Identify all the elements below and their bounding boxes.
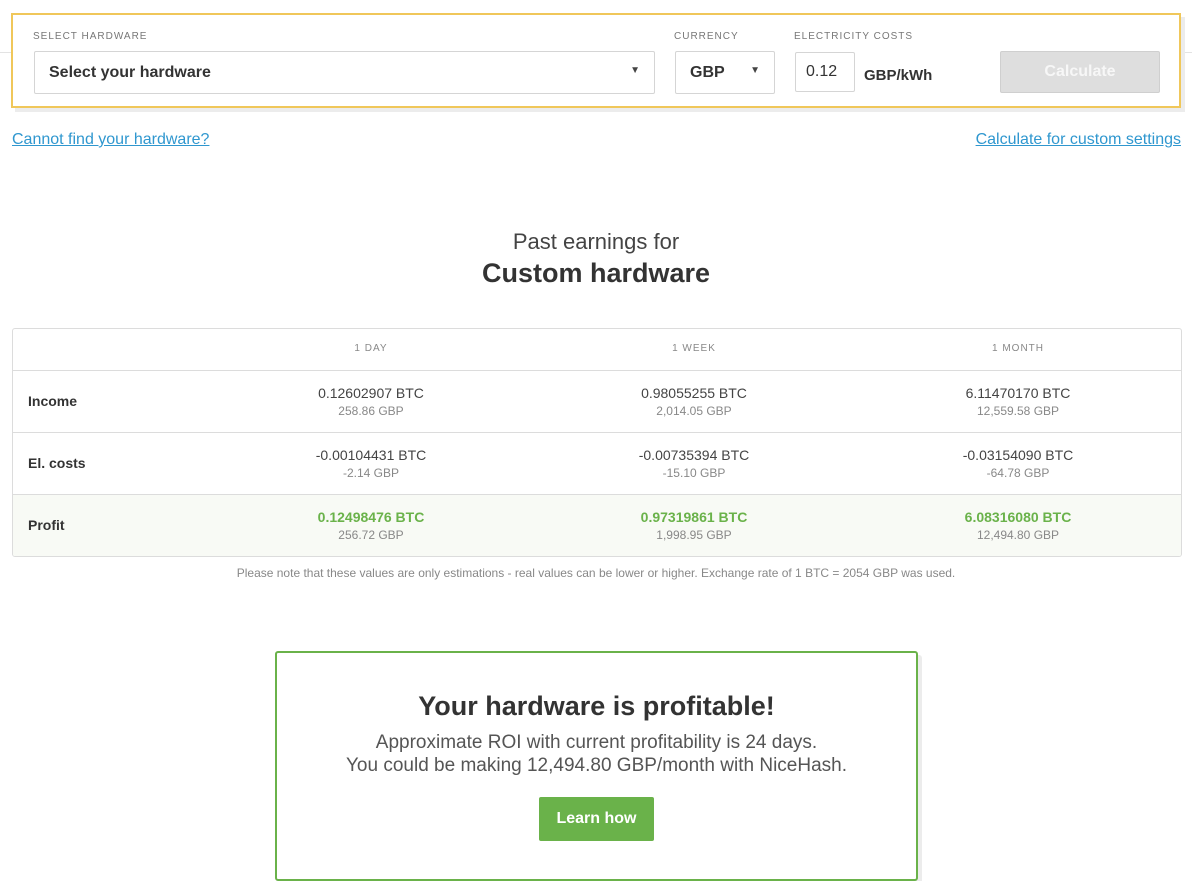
- currency-select[interactable]: GBP ▼: [675, 51, 775, 94]
- table-cell: -0.03154090 BTC -64.78 GBP: [898, 446, 1138, 482]
- monthly-earnings-text: You could be making 12,494.80 GBP/month …: [346, 755, 847, 776]
- fiat-value: 12,494.80 GBP: [976, 528, 1060, 542]
- fiat-value: 258.86 GBP: [338, 404, 404, 418]
- table-cell: -0.00104431 BTC -2.14 GBP: [251, 446, 491, 482]
- btc-value: 0.12602907 BTC: [318, 385, 424, 401]
- hardware-select-value: Select your hardware: [49, 64, 211, 81]
- fiat-value: -15.10 GBP: [662, 466, 726, 480]
- fiat-value: -64.78 GBP: [986, 466, 1050, 480]
- btc-value: 0.98055255 BTC: [641, 385, 747, 401]
- btc-value: 6.08316080 BTC: [964, 509, 1072, 525]
- estimation-note: Please note that these values are only e…: [236, 566, 956, 580]
- earnings-table: 1 DAY 1 WEEK 1 MONTH Income 0.12602907 B…: [12, 328, 1182, 557]
- cannot-find-hardware-link[interactable]: Cannot find your hardware?: [12, 131, 209, 149]
- hardware-label: SELECT HARDWARE: [33, 31, 148, 42]
- top-divider-right: [1182, 52, 1192, 53]
- table-cell: 0.12602907 BTC 258.86 GBP: [251, 384, 491, 420]
- table-cell: 0.98055255 BTC 2,014.05 GBP: [574, 384, 814, 420]
- electricity-unit: GBP/kWh: [864, 67, 933, 84]
- calculate-button[interactable]: Calculate: [1000, 51, 1160, 93]
- btc-value: 0.97319861 BTC: [640, 509, 748, 525]
- table-header: 1 DAY 1 WEEK 1 MONTH: [13, 329, 1181, 371]
- earnings-heading-main: Custom hardware: [481, 258, 711, 288]
- table-row-el-costs: El. costs -0.00104431 BTC -2.14 GBP -0.0…: [13, 433, 1181, 495]
- learn-how-button[interactable]: Learn how: [539, 797, 654, 841]
- row-label: Income: [28, 393, 78, 409]
- btc-value: -0.00104431 BTC: [315, 447, 427, 463]
- table-cell: 6.11470170 BTC 12,559.58 GBP: [898, 384, 1138, 420]
- row-label: Profit: [28, 517, 65, 533]
- profitable-title: Your hardware is profitable!: [418, 691, 775, 721]
- table-row-income: Income 0.12602907 BTC 258.86 GBP 0.98055…: [13, 371, 1181, 433]
- fiat-value: 2,014.05 GBP: [656, 404, 732, 418]
- row-label: El. costs: [28, 455, 86, 471]
- table-cell: -0.00735394 BTC -15.10 GBP: [574, 446, 814, 482]
- fiat-value: 1,998.95 GBP: [656, 528, 732, 542]
- table-cell: 6.08316080 BTC 12,494.80 GBP: [898, 508, 1138, 544]
- hardware-select[interactable]: Select your hardware ▼: [34, 51, 655, 94]
- earnings-heading-pre: Past earnings for: [512, 229, 680, 254]
- custom-settings-link[interactable]: Calculate for custom settings: [976, 131, 1181, 149]
- profitable-callout: Your hardware is profitable! Approximate…: [275, 651, 918, 881]
- btc-value: -0.03154090 BTC: [962, 447, 1074, 463]
- table-cell: 0.12498476 BTC 256.72 GBP: [251, 508, 491, 544]
- chevron-down-icon: ▼: [750, 65, 760, 76]
- roi-text: Approximate ROI with current profitabili…: [375, 732, 818, 753]
- currency-select-value: GBP: [690, 64, 725, 81]
- column-head-month: 1 MONTH: [992, 343, 1044, 354]
- table-cell: 0.97319861 BTC 1,998.95 GBP: [574, 508, 814, 544]
- fiat-value: 12,559.58 GBP: [976, 404, 1060, 418]
- electricity-label: ELECTRICITY COSTS: [794, 31, 914, 42]
- btc-value: 6.11470170 BTC: [965, 385, 1071, 401]
- column-head-day: 1 DAY: [354, 343, 388, 354]
- currency-label: CURRENCY: [674, 31, 739, 42]
- electricity-cost-input[interactable]: [795, 52, 855, 92]
- btc-value: 0.12498476 BTC: [317, 509, 425, 525]
- calculator-form: SELECT HARDWARE Select your hardware ▼ C…: [11, 13, 1181, 108]
- btc-value: -0.00735394 BTC: [638, 447, 750, 463]
- column-head-week: 1 WEEK: [672, 343, 716, 354]
- table-row-profit: Profit 0.12498476 BTC 256.72 GBP 0.97319…: [13, 495, 1181, 556]
- chevron-down-icon: ▼: [630, 65, 640, 76]
- fiat-value: -2.14 GBP: [342, 466, 400, 480]
- fiat-value: 256.72 GBP: [338, 528, 404, 542]
